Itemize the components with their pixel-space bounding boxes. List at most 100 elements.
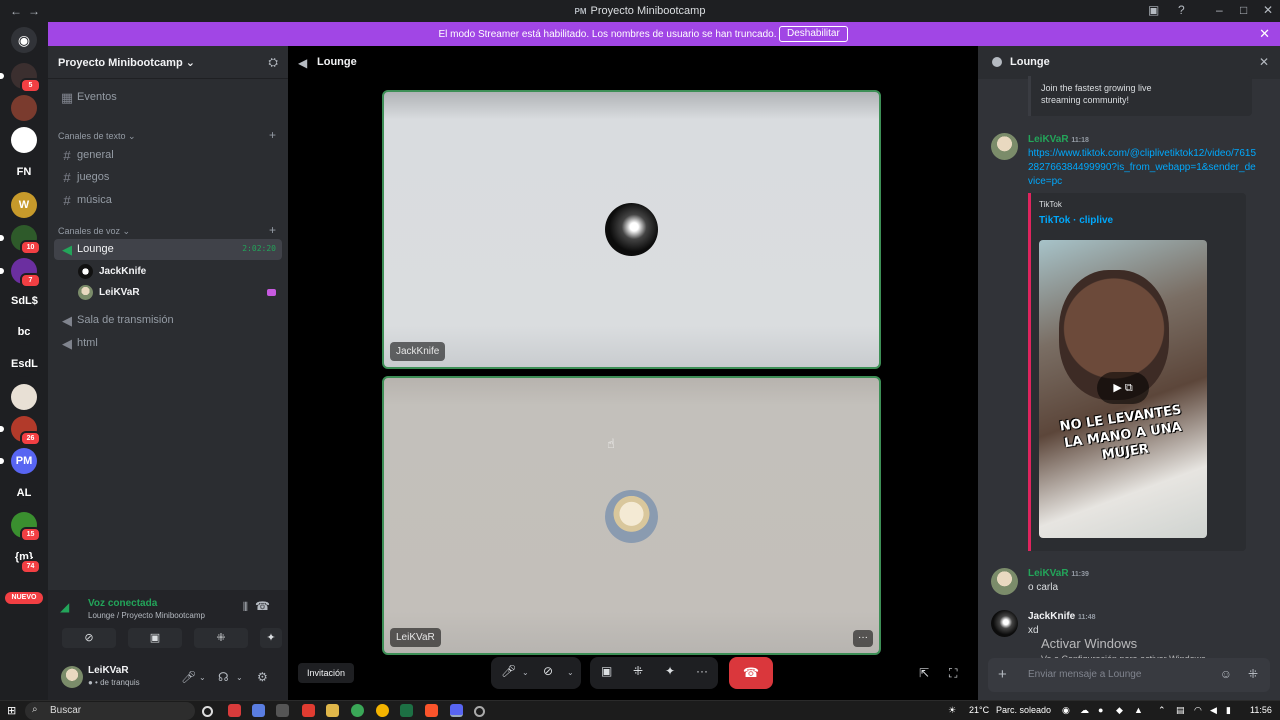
- disconnect-icon[interactable]: ☎: [255, 599, 270, 613]
- server-icon[interactable]: 26: [0, 416, 41, 446]
- microphone-icon[interactable]: 🎤︎: [501, 664, 516, 678]
- chevron-down-icon[interactable]: ⌄: [567, 668, 574, 677]
- user-avatar[interactable]: [61, 666, 83, 688]
- banner-close-icon[interactable]: ✕: [1259, 26, 1270, 42]
- pop-out-icon[interactable]: ⇱: [919, 666, 929, 680]
- weather-desc[interactable]: Parc. soleado: [996, 705, 1051, 715]
- headphones-icon[interactable]: ☊: [218, 670, 229, 684]
- server-icon[interactable]: FN: [11, 159, 37, 185]
- voice-status[interactable]: Voz conectada: [88, 598, 157, 609]
- chevron-down-icon[interactable]: ⌄: [199, 673, 206, 682]
- emoji-icon[interactable]: ☺: [1220, 667, 1232, 681]
- more-options-icon[interactable]: ···: [853, 630, 873, 647]
- windows-start-icon[interactable]: ⊞: [7, 704, 16, 717]
- message-avatar[interactable]: [991, 568, 1018, 595]
- embed-title[interactable]: TikTok · cliplive: [1039, 215, 1113, 226]
- server-icon[interactable]: 5: [0, 63, 41, 93]
- noise-suppression-icon[interactable]: ⦀: [243, 600, 248, 615]
- server-icon[interactable]: SdL$: [11, 288, 38, 314]
- server-icon[interactable]: [11, 127, 37, 153]
- soundboard-button[interactable]: ✦: [260, 628, 282, 648]
- task-view-icon[interactable]: [202, 706, 213, 717]
- help-icon[interactable]: ?: [1178, 3, 1185, 17]
- server-icon[interactable]: 15: [11, 512, 41, 542]
- voice-channel-lounge[interactable]: ◀ Lounge 2:02:20: [54, 239, 282, 260]
- maximize-icon[interactable]: □: [1240, 3, 1247, 17]
- channel-juegos[interactable]: # juegos: [54, 167, 282, 188]
- camera-off-button[interactable]: ⊘: [62, 628, 116, 648]
- server-icon[interactable]: [11, 384, 37, 410]
- gear-icon[interactable]: ⚙: [257, 670, 268, 684]
- chevron-down-icon[interactable]: ⌄: [522, 668, 529, 677]
- apps-icon[interactable]: ⁜: [1248, 667, 1258, 681]
- server-icon[interactable]: 7: [0, 258, 41, 288]
- voice-channel-sala[interactable]: ◀ Sala de transmisión: [54, 310, 282, 331]
- activities-icon[interactable]: ⁜: [633, 664, 643, 678]
- message-author[interactable]: JackKnife 11:48: [1028, 611, 1096, 622]
- server-icon[interactable]: PM: [0, 448, 37, 474]
- app-icon[interactable]: [252, 704, 265, 717]
- weather-icon[interactable]: ☀: [948, 705, 956, 716]
- voice-member-leikvar[interactable]: LeiKVaR: [76, 283, 282, 303]
- server-icon[interactable]: W: [11, 192, 37, 218]
- message-avatar[interactable]: [991, 133, 1018, 160]
- disable-streamer-button[interactable]: Deshabilitar: [779, 26, 848, 42]
- microphone-icon[interactable]: 🎤︎: [181, 670, 196, 684]
- server-icon[interactable]: {m} 74: [11, 544, 41, 574]
- discord-home-icon[interactable]: ◉: [11, 27, 37, 53]
- participant-tile-leikvar[interactable]: LeiKVaR ···: [382, 376, 881, 655]
- server-icon[interactable]: EsdL: [11, 351, 38, 377]
- fullscreen-icon[interactable]: ⛶: [949, 666, 957, 681]
- excel-icon[interactable]: [400, 704, 413, 717]
- screen-share-button[interactable]: ▣: [128, 628, 182, 648]
- message-avatar[interactable]: [991, 610, 1018, 637]
- tray-icon[interactable]: ☁: [1080, 705, 1089, 716]
- channel-musica[interactable]: # música: [54, 190, 282, 211]
- invite-button[interactable]: Invitación: [298, 663, 355, 683]
- message-link[interactable]: https://www.tiktok.com/@cliplivetiktok12…: [1028, 147, 1258, 189]
- taskbar-clock[interactable]: 11:56: [1250, 705, 1272, 715]
- attach-plus-icon[interactable]: +: [998, 666, 1007, 683]
- chrome-icon[interactable]: [376, 704, 389, 717]
- taskbar-search[interactable]: ⌕ Buscar: [25, 702, 195, 720]
- antivirus-icon[interactable]: [228, 704, 241, 717]
- acrobat-icon[interactable]: [302, 704, 315, 717]
- participant-tile-jackknife[interactable]: JackKnife: [382, 90, 881, 369]
- server-icon[interactable]: AL: [11, 480, 37, 506]
- weather-temp[interactable]: 21°C: [969, 705, 989, 715]
- add-text-channel-icon[interactable]: +: [269, 128, 276, 142]
- message-author[interactable]: LeiKVaR 11:18: [1028, 134, 1089, 145]
- tray-chevron-icon[interactable]: ⌃: [1158, 705, 1166, 716]
- app-icon[interactable]: [474, 706, 485, 717]
- voice-member-jackknife[interactable]: JackKnife: [76, 262, 282, 282]
- invite-people-icon[interactable]: ⛭: [268, 55, 278, 70]
- chat-input-placeholder[interactable]: Enviar mensaje a Lounge: [1028, 669, 1141, 680]
- events-item[interactable]: ▦ Eventos: [54, 87, 282, 108]
- screen-share-icon[interactable]: ▣: [601, 664, 612, 678]
- inbox-icon[interactable]: ▣: [1148, 3, 1159, 17]
- file-explorer-icon[interactable]: [326, 704, 339, 717]
- window-close-icon[interactable]: ✕: [1263, 3, 1273, 17]
- channel-general[interactable]: # general: [54, 145, 282, 166]
- chrome-icon[interactable]: [351, 704, 364, 717]
- add-voice-channel-icon[interactable]: +: [269, 223, 276, 237]
- video-thumbnail[interactable]: ▶ ⧉ NO LE LEVANTES LA MANO A UNA MUJER: [1039, 240, 1207, 538]
- username[interactable]: LeiKVaR: [88, 665, 129, 676]
- activities-button[interactable]: ⁜: [194, 628, 248, 648]
- volume-icon[interactable]: ◀: [1210, 705, 1217, 716]
- app-icon[interactable]: [276, 704, 289, 717]
- server-icon[interactable]: 10: [0, 225, 41, 255]
- tray-icon[interactable]: ▤: [1176, 705, 1185, 716]
- minimize-icon[interactable]: –: [1216, 3, 1223, 17]
- discord-taskbar-icon[interactable]: [450, 704, 463, 717]
- wifi-icon[interactable]: ◠: [1194, 705, 1202, 716]
- soundboard-icon[interactable]: ✦: [665, 664, 675, 678]
- server-header[interactable]: Proyecto Minibootcamp ⌄ ⛭: [48, 46, 288, 79]
- server-icon[interactable]: [11, 95, 37, 121]
- tray-icon[interactable]: ●: [1098, 705, 1103, 715]
- signal-icon[interactable]: ◢: [60, 600, 69, 614]
- camera-off-icon[interactable]: ⊘: [543, 664, 553, 678]
- voice-location[interactable]: Lounge / Proyecto Minibootcamp: [88, 611, 205, 620]
- text-channels-category[interactable]: Canales de texto ⌄: [58, 131, 136, 142]
- more-icon[interactable]: ···: [696, 664, 708, 678]
